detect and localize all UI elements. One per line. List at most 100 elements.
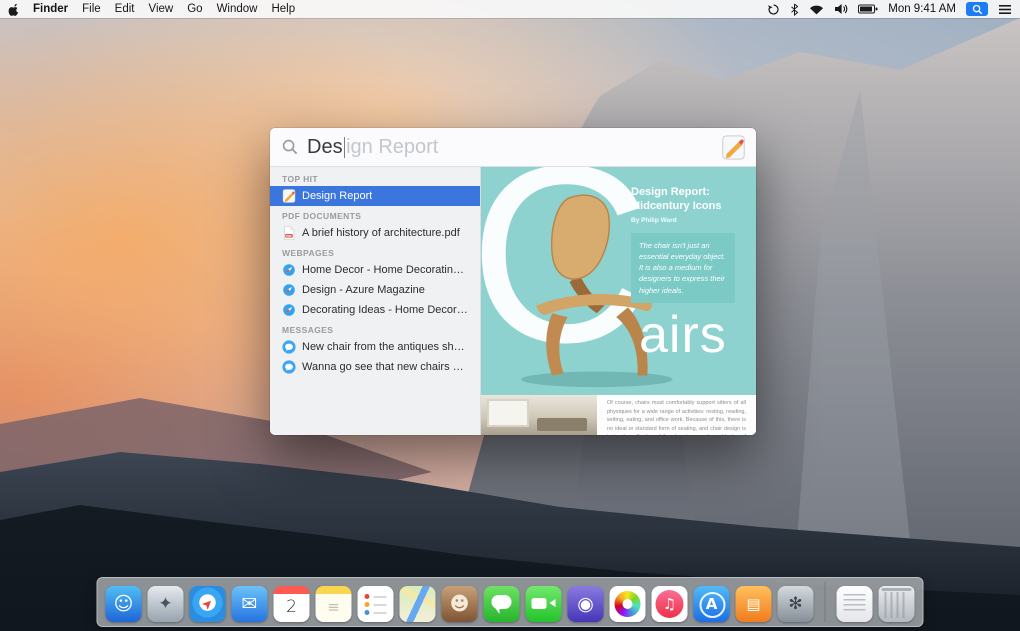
menu-bar-left: Finder File Edit View Go Window Help [8,2,295,16]
result-row[interactable]: New chair from the antiques show... [270,337,480,357]
dock-glyph: ☻ [450,595,470,614]
sync-icon[interactable] [767,3,780,16]
dock-notes[interactable]: ≡ [316,586,352,622]
menu-edit[interactable]: Edit [115,3,135,15]
dock-itunes[interactable]: ♫ [652,586,688,622]
wifi-icon[interactable] [809,4,824,15]
dock-launchpad[interactable]: ✦ [148,586,184,622]
spotlight-results-list: TOP HIT Design Report PDF DOCUMENTS PDF A br… [270,167,481,435]
dock-trash[interactable] [879,586,915,622]
dock-glyph: ➤ [199,596,216,613]
dock-messages[interactable] [484,586,520,622]
menu-window[interactable]: Window [217,3,258,15]
query-typed-text: Des [307,136,343,159]
result-row[interactable]: PDF A brief history of architecture.pdf [270,223,480,243]
spotlight-preview: C airs Design Report: Midcentury Icons B… [481,167,756,435]
dock-app-store[interactable]: A [694,586,730,622]
dock-glyph: ▤ [746,597,760,612]
dock-maps[interactable] [400,586,436,622]
results-section-header: PDF DOCUMENTS [270,206,480,223]
messages-icon [282,360,296,374]
dock-glyph: ✻ [788,596,802,613]
result-row[interactable]: Home Decor - Home Decorating Ideas... [270,260,480,280]
dock-facetime[interactable] [526,586,562,622]
dock-glyph: ≡ [327,600,340,615]
menu-bar-status: Mon 9:41 AM [767,2,1012,16]
dock-mail[interactable]: ✉ [232,586,268,622]
desktop[interactable]: Finder File Edit View Go Window Help Mon 9:41… [0,0,1020,631]
spotlight-menu-button[interactable] [966,2,988,16]
dock-documents[interactable] [837,586,873,622]
result-label: Design Report [302,190,372,202]
result-row[interactable]: Design - Azure Magazine [270,280,480,300]
safari-icon [282,263,296,277]
dock-glyph: A [706,597,718,612]
text-caret [344,137,346,158]
menu-bar: Finder File Edit View Go Window Help Mon 9:41… [0,0,1020,18]
svg-text:PDF: PDF [286,234,292,238]
magazine-text-column: Design Report: Midcentury Icons By Phili… [631,185,735,303]
dock-reminders[interactable] [358,586,394,622]
dock-photo-booth[interactable]: ◉ [568,586,604,622]
dock-glyph: ☺ [114,595,134,614]
apple-menu[interactable] [8,2,19,16]
magazine-headline-rest: airs [639,305,727,365]
safari-icon [282,283,296,297]
result-label: Wanna go see that new chairs exhibit... [302,361,468,373]
spotlight-panel: Des ign Report TOP HIT Design Report PDF D… [270,128,756,435]
safari-icon [282,303,296,317]
menu-items: File Edit View Go Window Help [82,3,295,15]
volume-icon[interactable] [834,3,848,15]
article-pull-quote: The chair isn't just an essential everyd… [631,233,735,303]
spotlight-search-input[interactable]: Des ign Report [270,128,756,166]
results-section-header: MESSAGES [270,320,480,337]
messages-icon [282,340,296,354]
magazine-spread: C airs Design Report: Midcentury Icons B… [481,167,756,395]
dock-glyph: ♫ [663,597,676,612]
notification-center-icon[interactable] [998,4,1012,15]
article-byline: By Philip Ward [631,217,735,224]
result-label: Home Decor - Home Decorating Ideas... [302,264,468,276]
magazine-lower-band: Of course, chairs must comfortably suppo… [481,395,756,435]
apple-logo-icon [8,2,19,16]
dock-finder[interactable]: ☺ [106,586,142,622]
menu-bar-clock[interactable]: Mon 9:41 AM [888,3,956,15]
query-completion-text: ign Report [346,136,438,159]
spotlight-search-icon [972,4,983,15]
battery-icon[interactable] [858,4,878,14]
bluetooth-icon[interactable] [790,3,799,16]
result-label: A brief history of architecture.pdf [302,227,460,239]
magazine-interior-photo [481,395,597,435]
spotlight-body: TOP HIT Design Report PDF DOCUMENTS PDF A br… [270,166,756,435]
dock-safari[interactable]: ➤ [190,586,226,622]
menu-file[interactable]: File [82,3,101,15]
dock-contacts[interactable]: ☻ [442,586,478,622]
results-section-header: TOP HIT [270,169,480,186]
dock: ☺ ✦ ➤ ✉ 2 ≡ ☻ ◉ ♫ A ▤ ✻ [97,577,924,627]
search-icon [282,139,298,155]
result-label: Decorating Ideas - Home Decor Ideas ... [302,304,468,316]
top-hit-document-icon [721,135,746,160]
article-title: Design Report: Midcentury Icons [631,185,735,214]
dock-glyph: ◉ [577,595,594,614]
dock-photos[interactable] [610,586,646,622]
dock-divider [825,582,826,622]
dock-ibooks[interactable]: ▤ [736,586,772,622]
dock-system-preferences[interactable]: ✻ [778,586,814,622]
active-app-name[interactable]: Finder [33,3,68,15]
dock-glyph: 2 [286,599,297,616]
dock-glyph: ✉ [242,595,258,614]
result-row[interactable]: Design Report [270,186,480,206]
dock-glyph: ✦ [158,596,172,613]
menu-go[interactable]: Go [187,3,202,15]
article-body-text: Of course, chairs must comfortably suppo… [597,395,756,435]
dock-calendar[interactable]: 2 [274,586,310,622]
result-row[interactable]: Wanna go see that new chairs exhibit... [270,357,480,377]
results-section-header: WEBPAGES [270,243,480,260]
result-row[interactable]: Decorating Ideas - Home Decor Ideas ... [270,300,480,320]
pdf-icon: PDF [282,226,296,240]
design-report-icon [282,189,296,203]
menu-view[interactable]: View [149,3,174,15]
result-label: Design - Azure Magazine [302,284,425,296]
menu-help[interactable]: Help [271,3,295,15]
